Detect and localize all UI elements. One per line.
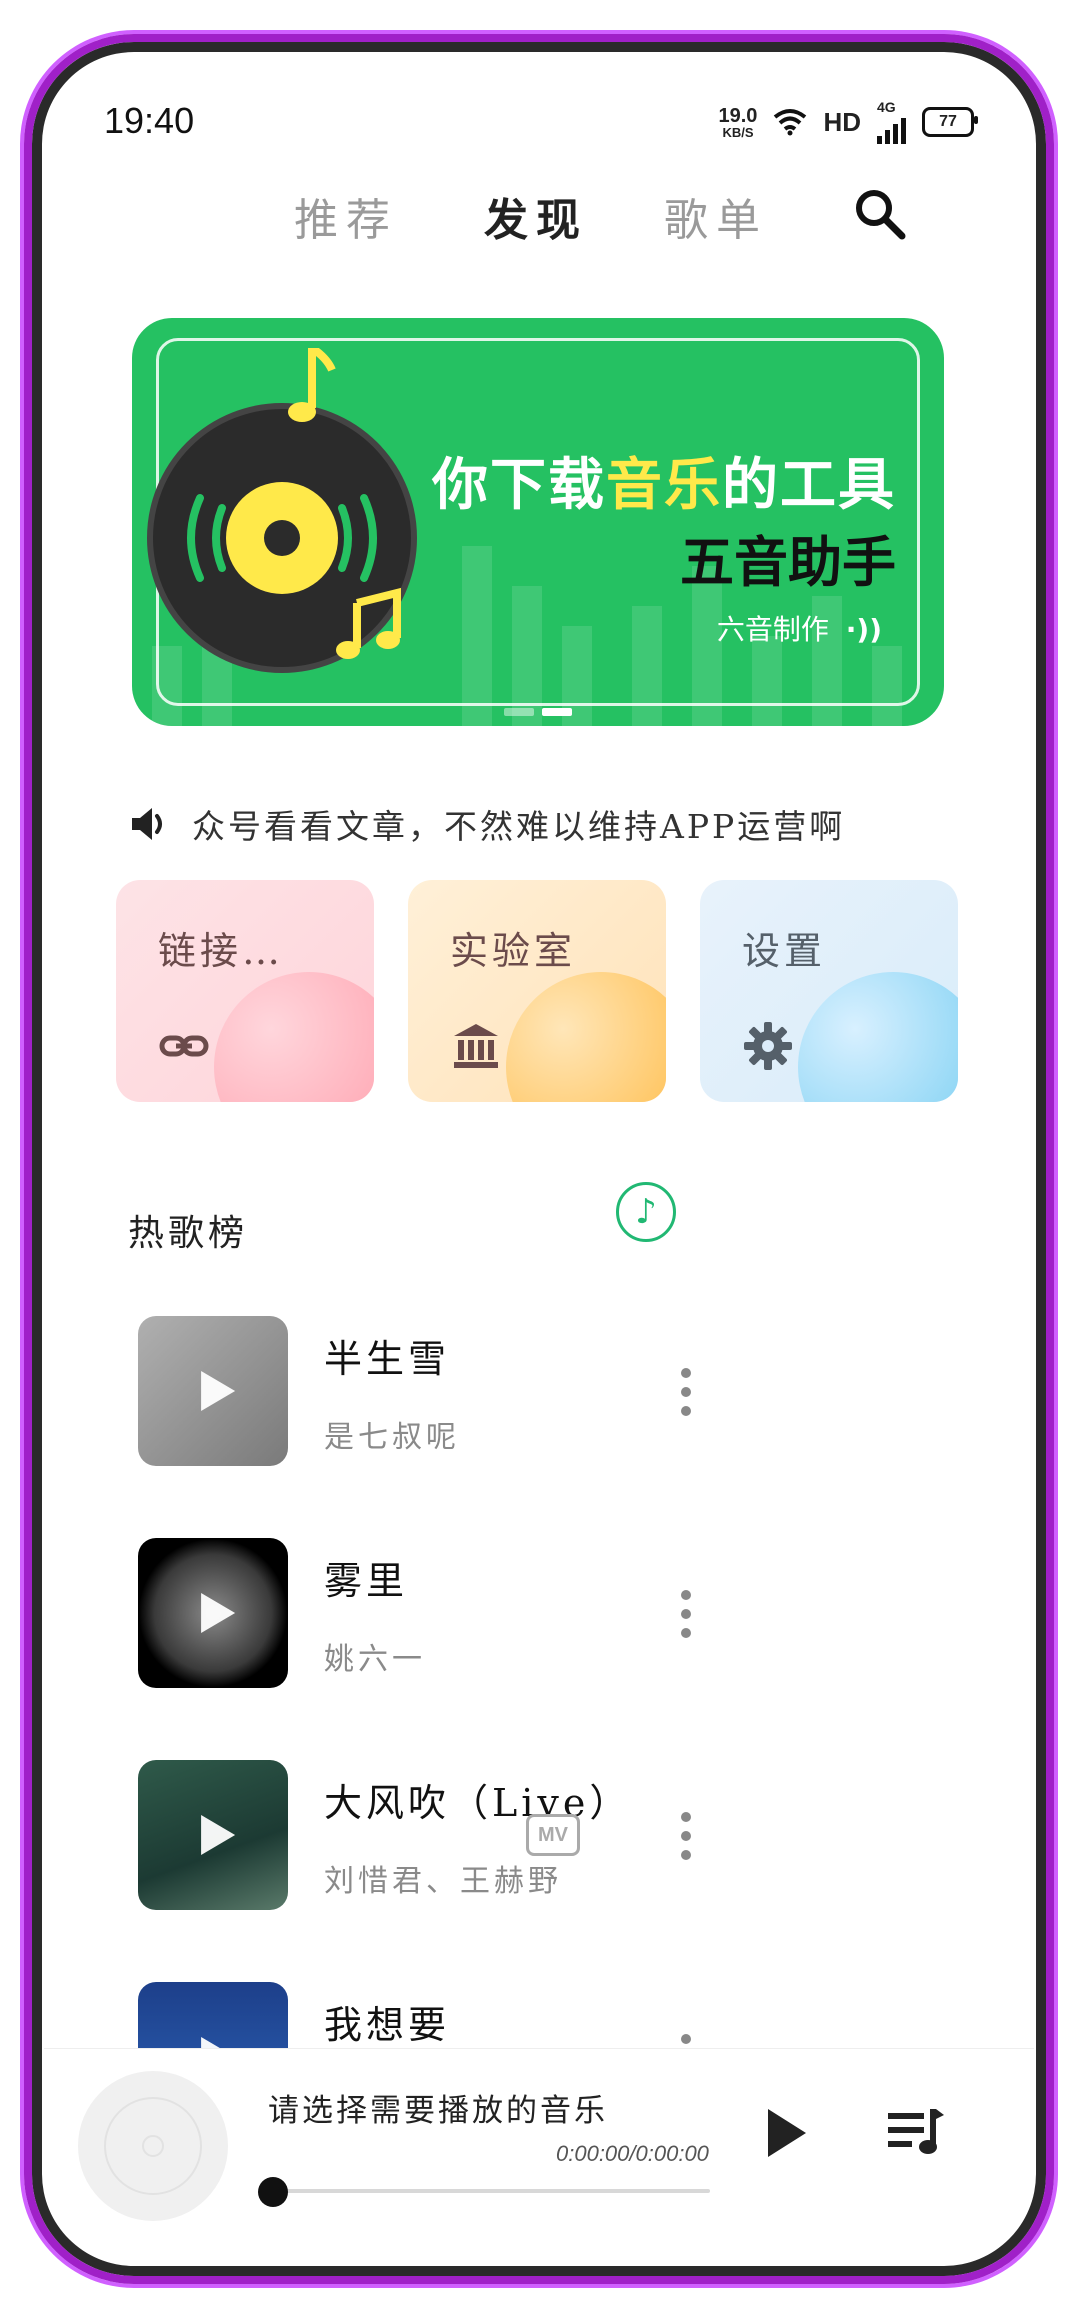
pager-dot[interactable]: [504, 708, 534, 716]
vinyl-record-icon: [147, 348, 417, 673]
more-options-icon[interactable]: [680, 1368, 692, 1416]
battery-level: 77: [939, 113, 957, 130]
app-screen: 19:40 19.0 KB/S HD 4G 77 推荐 发现 歌单 你下载音乐的…: [44, 54, 1034, 2264]
play-overlay-icon: [201, 1371, 236, 1411]
card-decoration: [214, 972, 374, 1102]
status-bar: 19:40 19.0 KB/S HD 4G 77: [44, 94, 1034, 154]
player-title: 请选择需要播放的音乐: [268, 2093, 608, 2129]
quick-cards: 链接… 实验室 设置: [116, 880, 966, 1102]
more-options-icon[interactable]: [680, 1812, 692, 1860]
progress-handle[interactable]: [258, 2177, 288, 2207]
mini-player: 请选择需要播放的音乐 0:00:00/0:00:00: [44, 2048, 1034, 2264]
gear-icon: [744, 1022, 792, 1070]
net-speed-unit: KB/S: [722, 124, 754, 140]
card-decoration: [506, 972, 666, 1102]
album-disc-icon[interactable]: [78, 2071, 228, 2221]
card-links[interactable]: 链接…: [116, 880, 374, 1102]
wifi-icon: [774, 109, 807, 136]
banner-app-name: 五音助手: [680, 518, 896, 597]
progress-track[interactable]: [270, 2189, 710, 2193]
card-links-label: 链接…: [158, 929, 285, 973]
tab-recommend[interactable]: 推荐: [294, 184, 398, 248]
card-decoration: [798, 972, 958, 1102]
tab-discover[interactable]: 发现: [484, 184, 588, 248]
more-options-icon[interactable]: [680, 1590, 692, 1638]
song-item[interactable]: 雾里 姚六一: [138, 1538, 938, 1688]
notice-bar: 众号看看文章，不然难以维持APP运营啊: [128, 794, 958, 854]
banner-headline: 你下载音乐的工具: [432, 440, 896, 521]
card-settings[interactable]: 设置: [700, 880, 958, 1102]
network-type: 4G: [877, 99, 896, 115]
song-artist: 是七叔呢: [324, 1420, 460, 1455]
pager-dot-active[interactable]: [542, 708, 572, 716]
card-lab-label: 实验室: [450, 929, 577, 973]
hd-label: HD: [823, 106, 861, 137]
section-title: 热歌榜: [128, 1213, 249, 1254]
speaker-icon: [132, 808, 162, 840]
banner-credit: 六音制作 ·)): [717, 608, 882, 648]
play-icon[interactable]: [768, 2109, 806, 2157]
song-artist: 刘惜君、王赫野: [324, 1864, 562, 1899]
status-icons: 19.0 KB/S HD 4G 77: [719, 99, 978, 144]
promo-banner[interactable]: 你下载音乐的工具 五音助手 六音制作 ·)): [132, 318, 944, 726]
mv-badge[interactable]: MV: [526, 1814, 580, 1856]
song-cover[interactable]: [138, 1538, 288, 1688]
signal-icon: [877, 114, 906, 144]
music-note-icon[interactable]: ♪: [616, 1182, 676, 1242]
player-time: 0:00:00/0:00:00: [556, 2141, 709, 2166]
song-item[interactable]: 半生雪 是七叔呢: [138, 1316, 938, 1466]
song-item[interactable]: 大风吹（Live） 刘惜君、王赫野 MV: [138, 1760, 938, 1910]
net-speed: 19.0 KB/S: [719, 106, 758, 139]
notice-text: 众号看看文章，不然难以维持APP运营啊: [192, 807, 846, 846]
search-icon[interactable]: [850, 184, 910, 244]
sound-wave-icon: ·)): [845, 613, 882, 646]
play-overlay-icon: [201, 1593, 236, 1633]
song-title: 半生雪: [324, 1337, 451, 1381]
song-title: 大风吹（Live）: [324, 1781, 632, 1825]
song-title: 我想要: [324, 2003, 451, 2047]
link-icon: [159, 1035, 209, 1057]
net-speed-value: 19.0: [718, 104, 758, 127]
status-time: 19:40: [104, 100, 195, 141]
bank-icon: [454, 1024, 498, 1068]
song-artist: 姚六一: [324, 1642, 426, 1677]
play-overlay-icon: [201, 1815, 236, 1855]
song-title: 雾里: [324, 1559, 409, 1603]
battery-icon: 77: [922, 107, 978, 137]
song-cover[interactable]: [138, 1316, 288, 1466]
playlist-queue-icon[interactable]: [886, 2105, 946, 2161]
card-settings-label: 设置: [742, 929, 827, 973]
banner-pager: [504, 708, 572, 716]
banner-app-name-text: 五音助手: [680, 531, 896, 594]
banner-headline-part2: 的工具: [722, 453, 896, 518]
banner-credit-text: 六音制作: [716, 613, 829, 646]
tab-playlist[interactable]: 歌单: [664, 184, 768, 248]
banner-headline-highlight: 音乐: [606, 453, 722, 518]
card-lab[interactable]: 实验室: [408, 880, 666, 1102]
song-cover[interactable]: [138, 1760, 288, 1910]
banner-headline-part1: 你下载: [432, 453, 606, 518]
